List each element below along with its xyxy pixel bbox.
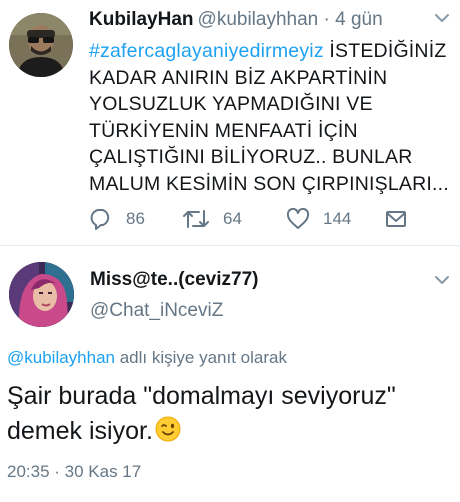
tweet-text-2: Şair burada "domalmayı seviyoruz" demek … [7,379,457,452]
retweet-icon [183,210,209,228]
reply-count: 86 [126,209,145,228]
reply-icon [90,209,110,230]
tweet-kubilayhan[interactable]: KubilayHan @kubilayhhan · 4 gün #zafercag… [0,0,460,245]
tweet-text-2-content: Şair burada "domalmayı seviyoruz" demek … [7,382,396,445]
tweet-header: KubilayHan @kubilayhhan · 4 gün [89,9,383,31]
author-name-2[interactable]: Miss@te..(ceviz77) [90,269,259,291]
envelope-icon [386,211,406,227]
tweet-timestamp[interactable]: 20:35 · 30 Kas 17 [7,462,141,482]
tweet-text: #zafercaglayaniyedirmeyiz İSTEDİĞİNİZ KA… [89,38,459,197]
tweet-actions: 86 64 144 [89,206,419,232]
winking-smiley-emoji-icon [155,416,181,452]
retweet-button[interactable]: 64 [182,206,242,232]
direct-message-button[interactable] [385,206,407,232]
author-handle-2[interactable]: @Chat_iNceviZ [90,300,223,322]
reply-mention-link[interactable]: @kubilayhhan [7,348,115,367]
replying-to-line: @kubilayhhan adlı kişiye yanıt olarak [7,348,287,368]
chevron-down-icon[interactable] [434,12,450,24]
author-name[interactable]: KubilayHan [89,9,194,30]
like-button[interactable]: 144 [286,206,351,232]
chevron-down-icon[interactable] [434,274,450,286]
author-handle[interactable]: @kubilayhhan [198,9,319,30]
avatar-miss-ate[interactable] [9,262,74,327]
avatar-kubilayhan-image [9,13,73,77]
avatar-kubilayhan[interactable] [9,13,73,77]
hashtag-link[interactable]: #zafercaglayaniyedirmeyiz [89,40,324,62]
tweet-divider [0,245,460,246]
reply-suffix: adlı kişiye yanıt olarak [115,348,287,367]
heart-icon [286,208,310,229]
retweet-count: 64 [223,209,242,228]
tweet-time[interactable]: 4 gün [335,9,383,30]
separator-dot: · [323,9,330,30]
like-count: 144 [323,209,352,228]
tweet-text-content: İSTEDİĞİNİZ KADAR ANIRIN BİZ AKPARTİNİN … [89,40,449,195]
avatar-miss-ate-image [9,262,74,327]
reply-button[interactable]: 86 [89,206,145,232]
